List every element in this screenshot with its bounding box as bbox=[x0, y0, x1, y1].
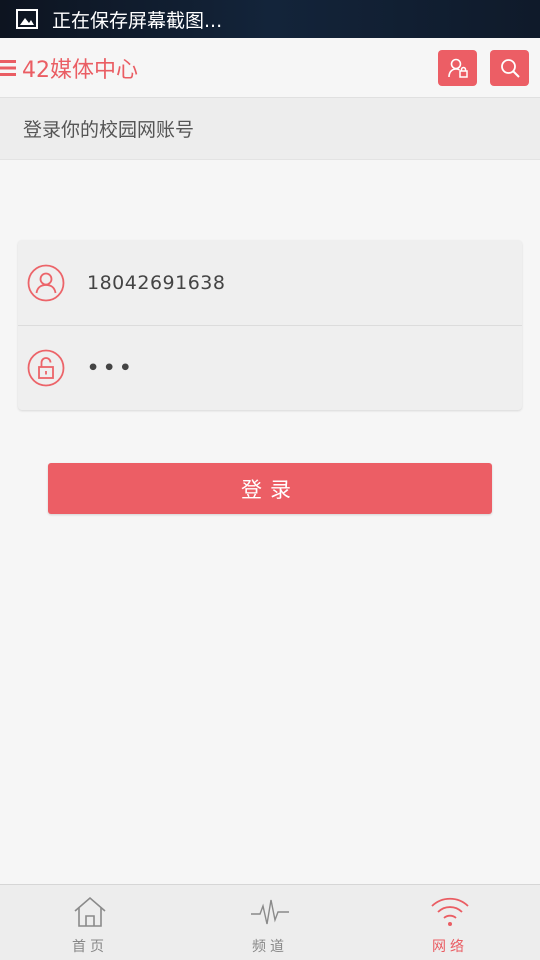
password-input[interactable]: ••• bbox=[87, 357, 135, 379]
search-icon bbox=[500, 58, 520, 78]
status-bar: 正在保存屏幕截图... bbox=[0, 0, 540, 38]
login-form: ••• bbox=[18, 240, 522, 410]
user-login-button[interactable] bbox=[438, 49, 477, 86]
user-icon bbox=[27, 264, 65, 301]
username-input[interactable] bbox=[87, 271, 487, 294]
nav-label-home: 首页 bbox=[72, 939, 108, 955]
search-button[interactable] bbox=[490, 49, 529, 86]
app-title: 42媒体中心 bbox=[22, 57, 138, 83]
nav-item-home[interactable]: 首页 bbox=[0, 885, 180, 960]
app-bar: 42媒体中心 bbox=[0, 38, 540, 98]
username-row bbox=[18, 240, 522, 325]
user-lock-icon bbox=[447, 58, 468, 78]
app-actions bbox=[425, 49, 529, 86]
password-row: ••• bbox=[18, 325, 522, 410]
home-icon bbox=[74, 896, 106, 927]
nav-label-channels: 频道 bbox=[252, 939, 288, 955]
nav-item-channels[interactable]: 频道 bbox=[180, 885, 360, 960]
page-title: 登录你的校园网账号 bbox=[0, 98, 540, 160]
menu-icon[interactable] bbox=[0, 58, 16, 78]
nav-item-network[interactable]: 网络 bbox=[360, 885, 540, 960]
status-notification-text: 正在保存屏幕截图... bbox=[52, 9, 223, 32]
nav-label-network: 网络 bbox=[432, 939, 468, 955]
lock-icon bbox=[27, 349, 65, 387]
pulse-icon bbox=[251, 899, 289, 925]
screenshot-notification-icon bbox=[16, 9, 38, 29]
wifi-icon bbox=[431, 897, 469, 926]
bottom-nav: 首页 频道 网络 bbox=[0, 884, 540, 960]
login-button[interactable]: 登录 bbox=[48, 463, 492, 514]
